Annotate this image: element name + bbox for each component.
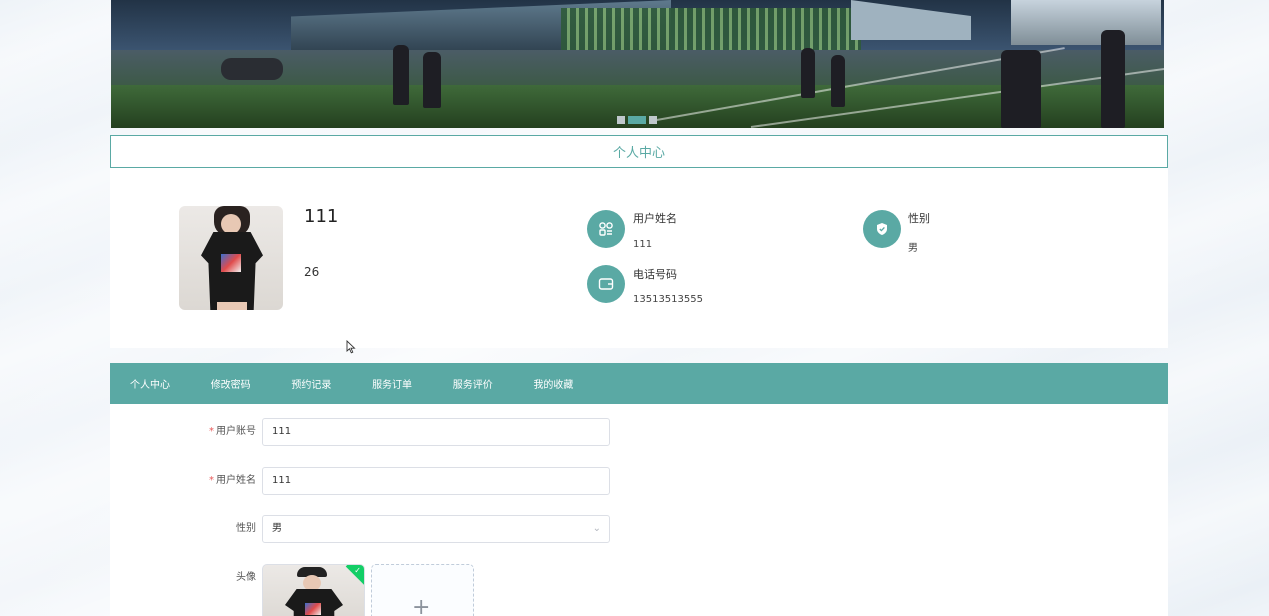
required-mark: * [209,426,214,437]
tab-change-password[interactable]: 修改密码 [211,376,292,391]
profile-card: 111 26 用户姓名 111 性别 男 电话号码 13513513555 [110,168,1168,348]
carousel-dot[interactable] [617,116,625,124]
tab-service-reviews[interactable]: 服务评价 [453,376,534,391]
profile-display-name: 111 [304,206,339,227]
uploaded-avatar-thumbnail[interactable]: ✓ [262,564,365,616]
avatar-field-label: 头像 [236,572,256,583]
account-field-label: * 用户账号 [156,418,256,446]
name-label-text: 用户姓名 [216,475,256,486]
name-input[interactable]: 111 [262,467,610,495]
gender-label: 性别 [908,212,930,225]
profile-nav: 个人中心 修改密码 预约记录 服务订单 服务评价 我的收藏 [110,363,1168,404]
banner-car [221,58,283,80]
profile-form: * 用户账号 111 * 用户姓名 111 性别 男 ⌄ 头像 ✓ + [110,404,1168,616]
thumb-shirt-print [305,603,321,615]
section-title-text: 个人中心 [612,146,665,161]
gender-value: 男 [908,243,918,254]
required-mark: * [209,475,214,486]
gender-select[interactable]: 男 ⌄ [262,515,610,543]
banner-person [831,55,845,107]
avatar-face [221,214,241,234]
banner-building [1011,0,1161,45]
carousel-indicators [617,116,657,124]
section-title: 个人中心 [110,135,1168,168]
check-icon: ✓ [354,566,361,575]
wallet-icon [587,265,625,303]
banner-person [801,48,815,98]
account-label-text: 用户账号 [216,426,256,437]
banner-person [1001,50,1041,128]
tab-my-favorites[interactable]: 我的收藏 [533,376,614,391]
username-value: 111 [633,239,653,250]
gender-field-label: 性别 [236,523,256,534]
gender-select-value: 男 [272,523,282,534]
avatar-legs [217,302,247,310]
phone-value: 13513513555 [633,294,703,305]
banner-person [1101,30,1125,128]
shield-check-icon [863,210,901,248]
carousel-dot[interactable] [649,116,657,124]
avatar-upload-button[interactable]: + [371,564,474,616]
tab-personal-center[interactable]: 个人中心 [130,376,211,391]
profile-age: 26 [304,265,320,279]
avatar-shirt-print [221,254,241,272]
account-input[interactable]: 111 [262,418,610,446]
chevron-down-icon: ⌄ [592,523,601,534]
banner-building [561,8,861,53]
apps-icon [587,210,625,248]
banner-person [393,45,409,105]
avatar [179,206,283,310]
main-container: 个人中心 111 26 用户姓名 111 性别 男 电话号码 135135135… [110,0,1168,616]
plus-icon: + [412,595,431,616]
carousel-dot-active[interactable] [628,116,646,124]
phone-label: 电话号码 [633,268,677,281]
mouse-cursor-icon [346,340,356,354]
tab-reservation-records[interactable]: 预约记录 [291,376,372,391]
name-field-label: * 用户姓名 [156,467,256,495]
tab-service-orders[interactable]: 服务订单 [372,376,453,391]
thumb-face [303,575,321,591]
username-label: 用户姓名 [633,212,677,225]
banner-carousel[interactable] [111,0,1164,128]
banner-person [423,52,441,108]
